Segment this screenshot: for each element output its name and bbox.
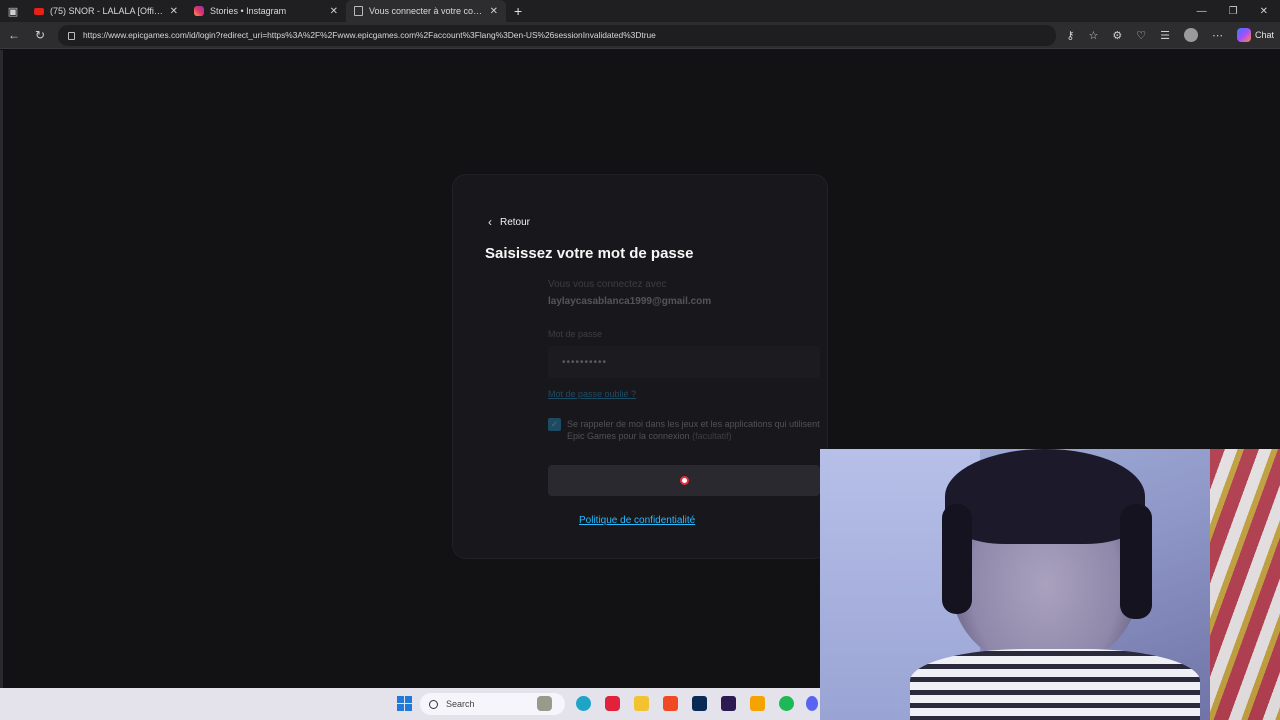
copilot-chat-button[interactable]: Chat xyxy=(1236,28,1274,42)
premiere-icon[interactable] xyxy=(721,696,736,711)
favorites-icon[interactable]: ☰ xyxy=(1160,29,1170,42)
forgot-password-link[interactable]: Mot de passe oublié ? xyxy=(548,389,636,399)
favorite-star-icon[interactable]: ☆ xyxy=(1088,29,1098,42)
refresh-icon[interactable]: ↻ xyxy=(32,28,48,42)
window-controls: — ❐ ✕ xyxy=(1197,6,1280,17)
lock-icon[interactable] xyxy=(68,32,75,40)
browser-essentials-icon[interactable]: ♡ xyxy=(1136,29,1146,42)
tab-actions-icon[interactable]: ▣ xyxy=(0,0,26,22)
instagram-icon xyxy=(194,6,204,16)
url-text: https://www.epicgames.com/id/login?redir… xyxy=(83,30,656,40)
webcam-overlay xyxy=(820,449,1280,720)
remember-text: Se rappeler de moi dans les jeux et les … xyxy=(567,418,820,442)
back-label: Retour xyxy=(500,216,531,228)
address-bar[interactable]: https://www.epicgames.com/id/login?redir… xyxy=(58,24,1057,46)
copilot-icon xyxy=(1236,28,1251,42)
chat-label: Chat xyxy=(1254,30,1274,40)
signed-in-label: Vous vous connectez avec xyxy=(548,279,667,290)
edge-icon[interactable] xyxy=(576,696,591,711)
page-icon xyxy=(354,6,363,16)
tab-youtube[interactable]: (75) SNOR - LALALA [Official Mu ✕ xyxy=(26,0,186,22)
password-value: •••••••••• xyxy=(562,356,608,368)
windows-start-icon[interactable] xyxy=(397,696,412,711)
tab-instagram[interactable]: Stories • Instagram ✕ xyxy=(186,0,346,22)
remember-me[interactable]: ✓ Se rappeler de moi dans les jeux et le… xyxy=(548,418,820,442)
file-explorer-icon[interactable] xyxy=(634,696,649,711)
tab-title: Stories • Instagram xyxy=(210,6,287,16)
remember-checkbox[interactable]: ✓ xyxy=(548,418,561,431)
profile-avatar[interactable] xyxy=(1183,28,1198,42)
brave-icon[interactable] xyxy=(663,696,678,711)
webcam-shirt xyxy=(910,649,1200,720)
youtube-app-icon[interactable] xyxy=(605,696,620,711)
search-placeholder: Search xyxy=(446,699,475,709)
browser-tab-bar: ▣ (75) SNOR - LALALA [Official Mu ✕ Stor… xyxy=(0,0,1280,22)
key-icon[interactable]: ⚷ xyxy=(1066,29,1074,42)
tab-title: Vous connecter à votre compte E xyxy=(369,6,484,16)
new-tab-icon[interactable]: + xyxy=(506,3,530,19)
tab-epic-login[interactable]: Vous connecter à votre compte E ✕ xyxy=(346,0,506,22)
account-email: laylaycasablanca1999@gmail.com xyxy=(548,296,712,307)
back-arrow-icon[interactable]: ← xyxy=(6,28,22,42)
restore-icon[interactable]: ❐ xyxy=(1229,6,1238,17)
app-icon[interactable] xyxy=(750,696,765,711)
back-link[interactable]: ‹ Retour xyxy=(488,215,530,229)
headset-left-icon xyxy=(942,504,972,614)
browser-toolbar: ← ↻ https://www.epicgames.com/id/login?r… xyxy=(0,22,1280,49)
discord-icon[interactable] xyxy=(806,696,818,711)
extensions-icon[interactable]: ⚙ xyxy=(1112,29,1122,42)
webcam-flag xyxy=(1210,449,1280,720)
close-icon[interactable]: ✕ xyxy=(330,6,338,17)
webcam-hair xyxy=(945,449,1145,544)
close-window-icon[interactable]: ✕ xyxy=(1260,6,1268,17)
not-allowed-cursor-icon xyxy=(679,476,689,485)
photoshop-icon[interactable] xyxy=(692,696,707,711)
headset-right-icon xyxy=(1120,504,1152,619)
minimize-icon[interactable]: — xyxy=(1197,6,1207,17)
password-field[interactable]: •••••••••• xyxy=(548,346,820,378)
chevron-left-icon: ‹ xyxy=(488,215,492,229)
submit-button[interactable] xyxy=(548,465,820,496)
toolbar-icons: ⚷ ☆ ⚙ ♡ ☰ ⋯ Chat xyxy=(1066,28,1274,42)
windows-taskbar: Search xyxy=(0,688,820,720)
page-title: Saisissez votre mot de passe xyxy=(485,245,694,262)
widget-icon[interactable] xyxy=(537,696,552,711)
search-icon xyxy=(429,699,438,709)
remember-optional: (facultatif) xyxy=(692,431,732,441)
tab-title: (75) SNOR - LALALA [Official Mu xyxy=(50,6,164,16)
privacy-policy-link[interactable]: Politique de confidentialité xyxy=(579,515,695,526)
youtube-icon xyxy=(34,7,44,15)
spotify-icon[interactable] xyxy=(779,696,794,711)
close-icon[interactable]: ✕ xyxy=(170,6,178,17)
close-icon[interactable]: ✕ xyxy=(490,6,498,17)
more-menu-icon[interactable]: ⋯ xyxy=(1212,29,1223,42)
password-label: Mot de passe xyxy=(548,329,603,339)
